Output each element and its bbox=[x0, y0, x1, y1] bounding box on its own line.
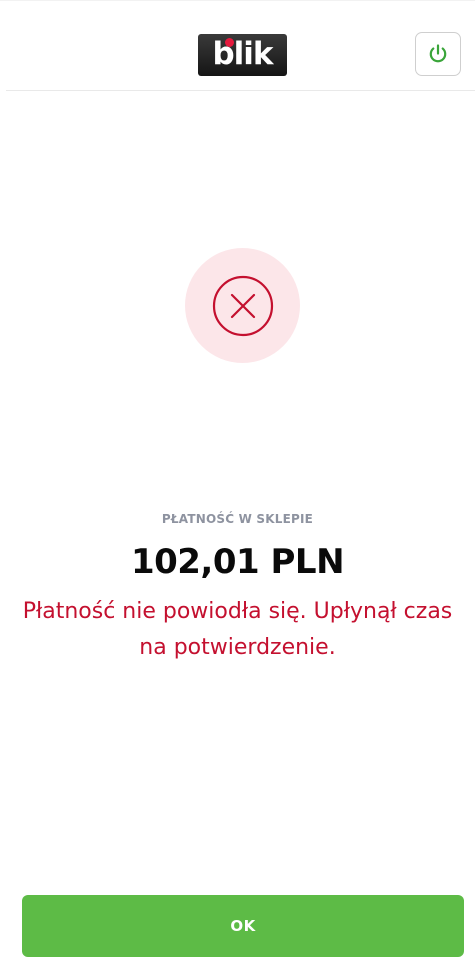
app-header: blik bbox=[0, 0, 475, 91]
blik-logo-text: blik bbox=[212, 35, 273, 72]
logout-button[interactable] bbox=[415, 32, 461, 76]
blik-logo: blik bbox=[198, 34, 287, 76]
error-x-circle-icon bbox=[212, 275, 273, 336]
power-icon bbox=[429, 44, 447, 63]
blik-logo-dot bbox=[225, 38, 234, 47]
header-divider bbox=[6, 90, 475, 91]
error-status-badge bbox=[185, 248, 300, 363]
ok-button[interactable]: OK bbox=[22, 895, 464, 957]
transaction-type-label: PŁATNOŚĆ W SKLEPIE bbox=[161, 512, 314, 526]
error-message: Płatność nie powiodła się. Upłynął czas … bbox=[22, 599, 453, 660]
transaction-amount: 102,01 PLN bbox=[130, 542, 345, 582]
ok-button-label: OK bbox=[230, 917, 256, 935]
